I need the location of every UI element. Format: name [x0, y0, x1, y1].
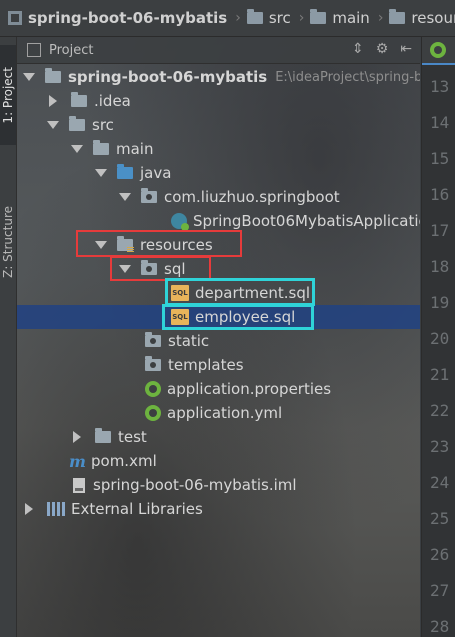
- chevron-right-icon: ›: [235, 10, 241, 26]
- tree-item-application-yml[interactable]: application.yml: [17, 401, 420, 425]
- line-number: 21: [430, 365, 450, 384]
- line-number: 16: [430, 185, 450, 204]
- folder-icon: [246, 9, 263, 24]
- tree-item-iml[interactable]: spring-boot-06-mybatis.iml: [17, 473, 420, 497]
- collapsed-arrow-icon[interactable]: [49, 95, 57, 107]
- tree-item-idea[interactable]: .idea: [17, 89, 420, 113]
- resources-folder-icon: [389, 9, 406, 24]
- line-number: 15: [430, 149, 450, 168]
- project-panel-header: Project ⇕ ⚙ ⇤: [17, 37, 420, 64]
- maven-icon: m: [69, 451, 86, 471]
- tool-window-strip: 1: Project Z: Structure: [0, 37, 17, 637]
- panel-toolbar: ⇕ ⚙ ⇤: [352, 41, 412, 57]
- line-number: 20: [430, 329, 450, 348]
- line-number: 18: [430, 257, 450, 276]
- line-number: 28: [430, 617, 450, 636]
- tree-item-src[interactable]: src: [17, 113, 420, 137]
- tree-item-pom[interactable]: m pom.xml: [17, 449, 420, 473]
- breadcrumb-project[interactable]: spring-boot-06-mybatis: [0, 9, 227, 27]
- source-folder-icon: [117, 164, 133, 179]
- expand-arrow-icon[interactable]: [47, 121, 59, 129]
- project-view-icon: [27, 43, 41, 57]
- spring-class-icon: [430, 42, 446, 58]
- breadcrumb-resources[interactable]: resources: [389, 9, 455, 27]
- folder-icon: [95, 428, 111, 443]
- expand-arrow-icon[interactable]: [95, 169, 107, 177]
- tree-item-java[interactable]: java: [17, 161, 420, 185]
- spring-config-icon: [145, 405, 161, 421]
- highlight-box-resources: [76, 230, 242, 257]
- folder-icon: [93, 140, 109, 155]
- gear-icon[interactable]: ⚙: [376, 41, 389, 57]
- collapsed-arrow-icon[interactable]: [73, 431, 81, 443]
- tab-structure[interactable]: Z: Structure: [0, 187, 16, 297]
- expand-arrow-icon[interactable]: [119, 193, 131, 201]
- line-number: 22: [430, 401, 450, 420]
- tree-item-static[interactable]: static: [17, 329, 420, 353]
- tree-item-main[interactable]: main: [17, 137, 420, 161]
- tree-item-templates[interactable]: templates: [17, 353, 420, 377]
- breadcrumb-main[interactable]: main: [310, 9, 370, 27]
- project-panel: Project ⇕ ⚙ ⇤ spring-boot-06-mybatis E:\…: [17, 37, 420, 637]
- line-number: 13: [430, 77, 450, 96]
- line-number: 14: [430, 113, 450, 132]
- folder-icon: [71, 92, 87, 107]
- library-icon: [47, 502, 65, 516]
- line-number: 27: [430, 581, 450, 600]
- tree-item-test[interactable]: test: [17, 425, 420, 449]
- tree-item-external-libraries[interactable]: External Libraries: [17, 497, 420, 521]
- line-number: 25: [430, 509, 450, 528]
- tree-item-package[interactable]: com.liuzhuo.springboot: [17, 185, 420, 209]
- collapsed-arrow-icon[interactable]: [25, 503, 33, 515]
- tree-item-application-properties[interactable]: application.properties: [17, 377, 420, 401]
- chevron-right-icon: ›: [298, 10, 305, 26]
- line-number: 19: [430, 293, 450, 312]
- spring-class-icon: [171, 213, 189, 231]
- line-number: 17: [430, 221, 450, 240]
- line-number: 26: [430, 545, 450, 564]
- editor-gutter: 13 14 15 16 17 18 19 20 21 22 23 24 25 2…: [421, 37, 455, 637]
- module-folder-icon: [45, 68, 61, 83]
- expand-arrow-icon[interactable]: [71, 145, 83, 153]
- tree-item-project-root[interactable]: spring-boot-06-mybatis E:\ideaProject\sp…: [17, 65, 420, 89]
- line-number: 24: [430, 473, 450, 492]
- highlight-box-department-sql: [165, 278, 315, 306]
- spring-config-icon: [145, 381, 161, 397]
- package-icon: [141, 188, 157, 203]
- tab-project[interactable]: 1: Project: [0, 45, 16, 145]
- hide-panel-icon[interactable]: ⇤: [400, 41, 412, 57]
- highlight-box-employee-sql: [162, 304, 314, 330]
- expand-arrow-icon[interactable]: [23, 73, 35, 81]
- editor-tab[interactable]: [422, 37, 455, 65]
- folder-icon: [145, 332, 161, 347]
- collapse-all-icon[interactable]: ⇕: [352, 41, 364, 57]
- navigation-breadcrumb: spring-boot-06-mybatis › src › main › re…: [0, 0, 455, 37]
- project-icon: [8, 11, 22, 25]
- folder-icon: [69, 116, 85, 131]
- project-view-selector[interactable]: Project: [49, 43, 93, 58]
- folder-icon: [310, 9, 327, 24]
- module-file-icon: [73, 477, 85, 493]
- chevron-right-icon: ›: [377, 10, 384, 26]
- line-number: 23: [430, 437, 450, 456]
- folder-icon: [145, 356, 161, 371]
- breadcrumb-src[interactable]: src: [246, 9, 291, 27]
